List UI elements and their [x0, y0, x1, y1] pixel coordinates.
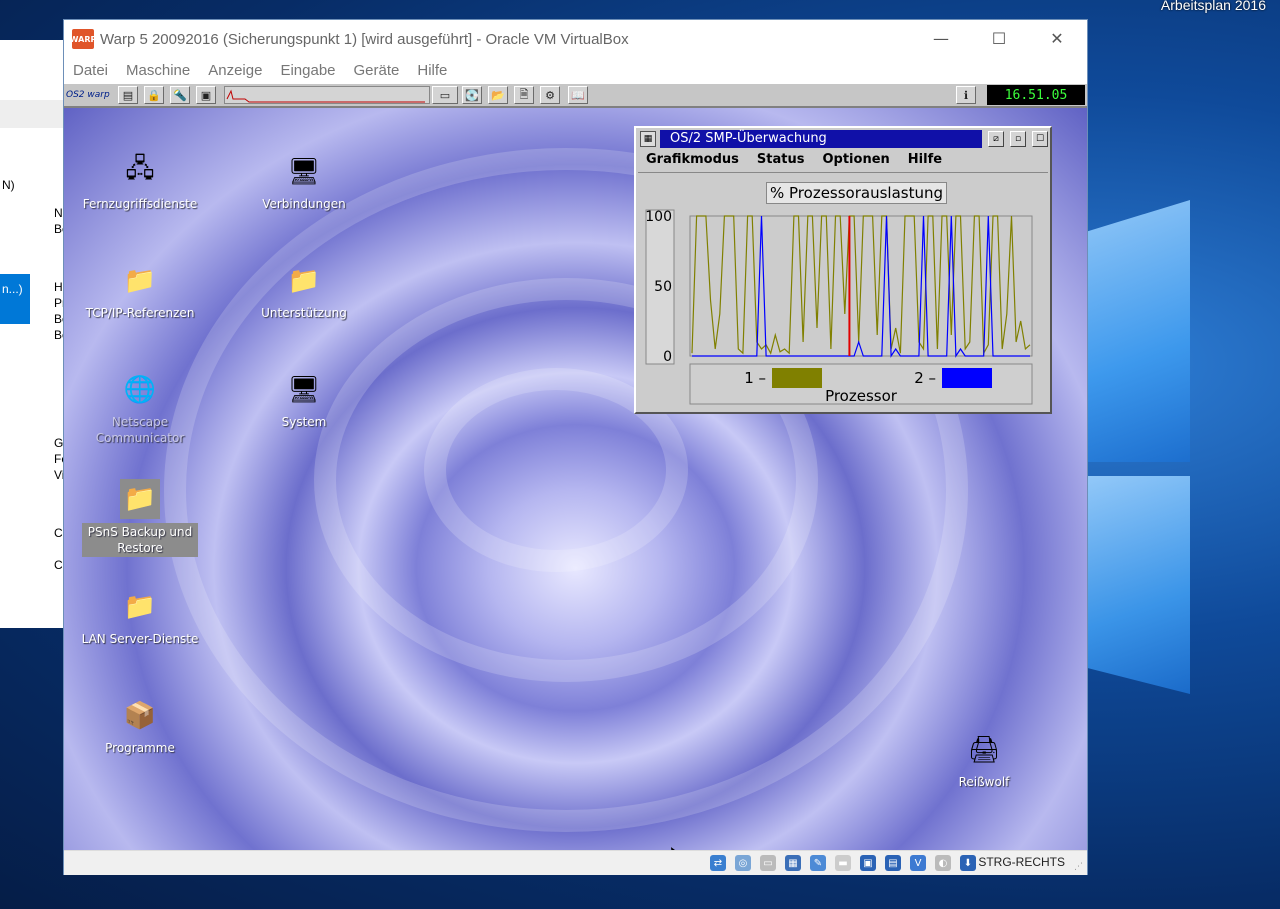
windows-logo-pane-lower: [1087, 476, 1190, 694]
menu-eingabe[interactable]: Eingabe: [271, 62, 344, 79]
help-book-icon[interactable]: 📖: [568, 86, 588, 104]
drives-icon[interactable]: 💽: [462, 86, 482, 104]
icon-tcpip-referenzen[interactable]: 📁 TCP/IP-Referenzen: [70, 261, 210, 321]
virtualbox-window[interactable]: WARP Warp 5 20092016 (Sicherungspunkt 1)…: [63, 19, 1088, 875]
netscape-icon: 🌐: [123, 375, 157, 405]
icon-label: PSnS Backup und Restore: [82, 523, 198, 557]
legend-label: 2 –: [914, 369, 936, 387]
warpcenter-bar: OS2 warp ▤ 🔒 🔦 ▣ ▭ 💽 📂 🗎 ⚙ 📖 ℹ 16.51.05: [64, 84, 1087, 108]
computer-icon: 🖥: [287, 375, 321, 405]
icon-label: Unterstützung: [261, 306, 347, 320]
icon-label: Reißwolf: [958, 775, 1010, 789]
optical-drive-icon[interactable]: ◎: [735, 855, 751, 871]
y-tick-label: 0: [663, 349, 672, 365]
display-icon[interactable]: ▣: [860, 855, 876, 871]
host-key-label[interactable]: STRG-RECHTS: [978, 855, 1065, 869]
backup-folder-icon: 📁: [120, 479, 160, 519]
find-icon[interactable]: 🔦: [170, 86, 190, 104]
icon-label: Programme: [105, 741, 175, 755]
clock[interactable]: 16.51.05: [987, 85, 1085, 105]
icon-fernzugriffsdienste[interactable]: 🖧 Fernzugriffsdienste: [70, 152, 210, 212]
menu-anzeige[interactable]: Anzeige: [199, 62, 271, 79]
shutdown-icon[interactable]: ▣: [196, 86, 216, 104]
menu-datei[interactable]: Datei: [64, 62, 117, 79]
folder-icon: 📁: [123, 266, 157, 296]
explorer-selected-item[interactable]: n...): [0, 274, 30, 324]
explorer-text: N): [2, 178, 15, 192]
info-icon[interactable]: ℹ: [956, 86, 976, 104]
icon-verbindungen[interactable]: 🖥 Verbindungen: [234, 152, 374, 212]
legend-swatch: [942, 368, 992, 388]
explorer-band: [0, 100, 64, 128]
background-explorer-window[interactable]: N) Na Be n...) Ha Pr Bo Be Gi Fe Vi Cı C…: [0, 40, 65, 628]
icon-label: Verbindungen: [262, 197, 346, 211]
os2-warp-logo[interactable]: OS2 warp: [66, 87, 114, 103]
keyboard-capture-icon[interactable]: ⬇: [960, 855, 976, 871]
icon-label: Netscape Communicator: [95, 415, 185, 445]
window-title: Warp 5 20092016 (Sicherungspunkt 1) [wir…: [100, 30, 629, 48]
vbox-titlebar[interactable]: WARP Warp 5 20092016 (Sicherungspunkt 1)…: [64, 20, 1087, 58]
connections-icon: 🖥: [287, 157, 321, 187]
harddisk-icon[interactable]: ⇄: [710, 855, 726, 871]
mouse-integration-icon[interactable]: ◐: [935, 855, 951, 871]
cpu-load-meter[interactable]: [224, 86, 430, 104]
plot-area: [689, 215, 1033, 358]
vbox-statusbar: ⇄ ◎ ▭ ▦ ✎ ▬ ▣ ▤ V ◐ ⬇ STRG-RECHTS ⋰: [64, 850, 1087, 875]
folder-icon: 📁: [123, 592, 157, 622]
shredder-icon: 🖨: [967, 735, 1001, 765]
resize-grip-icon[interactable]: ⋰: [1074, 862, 1084, 872]
tray-icon[interactable]: ▭: [432, 86, 458, 104]
video-capture-icon[interactable]: ▤: [885, 855, 901, 871]
lock-icon[interactable]: 🔒: [144, 86, 164, 104]
menu-maschine[interactable]: Maschine: [117, 62, 199, 79]
icon-lan-server-dienste[interactable]: 📁 LAN Server-Dienste: [70, 587, 210, 647]
legend-swatch: [772, 368, 822, 388]
icon-label: LAN Server-Dienste: [81, 632, 199, 646]
icon-reisswolf[interactable]: 🖨 Reißwolf: [914, 730, 1054, 790]
folder-info-icon: 📁: [287, 266, 321, 296]
windows-logo-pane-upper: [1087, 200, 1190, 462]
icon-system[interactable]: 🖥 System: [234, 370, 374, 430]
minimize-button[interactable]: —: [912, 20, 970, 56]
menu-geraete[interactable]: Geräte: [345, 62, 409, 79]
guest-screen[interactable]: OS2 warp ▤ 🔒 🔦 ▣ ▭ 💽 📂 🗎 ⚙ 📖 ℹ 16.51.05: [64, 84, 1087, 850]
legend-label: 1 –: [744, 369, 766, 387]
window-list-icon[interactable]: ▤: [118, 86, 138, 104]
icon-unterstuetzung[interactable]: 📁 Unterstützung: [234, 261, 374, 321]
floppy-icon[interactable]: ▭: [760, 855, 776, 871]
printer-icon[interactable]: 🗎: [514, 86, 534, 104]
shared-folder-icon[interactable]: ▬: [835, 855, 851, 871]
legend: 1 – 2 – Prozessor: [689, 363, 1033, 405]
y-tick-label: 100: [645, 209, 672, 225]
menu-hilfe[interactable]: Hilfe: [408, 62, 456, 79]
host-desktop-label: Arbeitsplan 2016: [1160, 0, 1266, 13]
icon-label: Fernzugriffsdienste: [82, 197, 198, 211]
cpu-icon[interactable]: V: [910, 855, 926, 871]
programs-icon: 📦: [123, 701, 157, 731]
close-button[interactable]: ✕: [1028, 20, 1086, 56]
icon-label: TCP/IP-Referenzen: [85, 306, 195, 320]
maximize-button[interactable]: ☐: [970, 20, 1028, 56]
warp-app-icon: WARP: [70, 29, 96, 49]
cpu-usage-chart: 0 50 100 1 – 2 – Prozessor: [645, 209, 1033, 405]
smp-monitor-window[interactable]: ▦ OS/2 SMP-Überwachung ⧄ ▫ ☐ Grafikmodus…: [634, 126, 1052, 414]
y-tick-label: 50: [654, 279, 672, 295]
vbox-menubar: Datei Maschine Anzeige Eingabe Geräte Hi…: [64, 58, 456, 82]
cpu-load-sparkline: [226, 89, 425, 103]
network-icon[interactable]: ▦: [785, 855, 801, 871]
usb-icon[interactable]: ✎: [810, 855, 826, 871]
folder-icon[interactable]: 📂: [488, 86, 508, 104]
control-icon[interactable]: ⚙: [540, 86, 560, 104]
remote-access-icon: 🖧: [125, 154, 155, 184]
icon-programme[interactable]: 📦 Programme: [70, 696, 210, 756]
legend-footer: Prozessor: [825, 387, 898, 405]
icon-label: System: [281, 415, 327, 429]
icon-psns-backup[interactable]: 📁 PSnS Backup und Restore: [70, 479, 210, 557]
y-axis: 0 50 100: [645, 209, 675, 365]
os2-desktop[interactable]: 🖧 Fernzugriffsdienste 🖥 Verbindungen 📁 T…: [64, 108, 1087, 850]
icon-netscape-communicator[interactable]: 🌐 Netscape Communicator: [70, 370, 210, 446]
